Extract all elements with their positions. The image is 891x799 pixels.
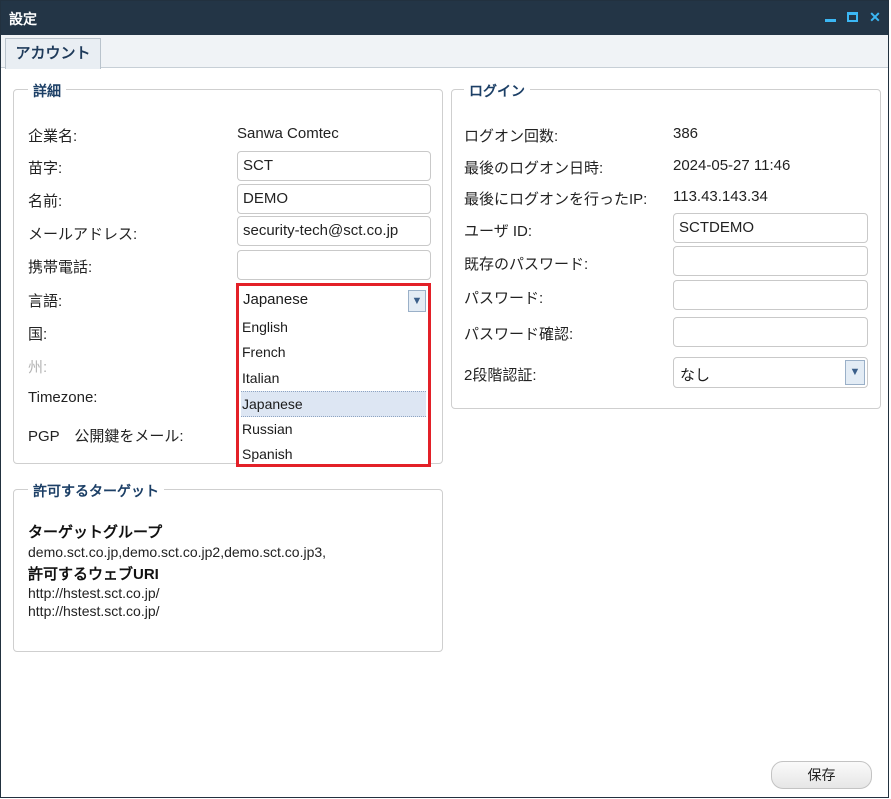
chevron-down-icon[interactable]: ▼ [845,360,865,385]
current-password-label: 既存のパスワード: [464,256,589,273]
last-ip-label: 最後にログオンを行ったIP: [464,191,648,208]
targets-legend: 許可するターゲット [28,481,164,501]
web-uri-title: 許可するウェブURI [28,566,159,583]
email-label: メールアドレス: [28,226,138,243]
pgp-label: PGP 公開鍵をメール: [28,428,184,445]
last-logon-value: 2024-05-27 11:46 [673,157,791,174]
language-dropdown[interactable]: Japanese ▼ English French Italian Japane… [236,283,431,467]
language-option-russian[interactable]: Russian [241,417,426,442]
title-bar[interactable]: 設定 ✕ [1,1,888,35]
language-option-french[interactable]: French [241,340,426,365]
web-uri-item: http://hstest.sct.co.jp/ [28,603,160,619]
chevron-down-icon[interactable]: ▼ [408,290,426,312]
settings-window: 設定 ✕ アカウント 詳細 企業名: Sanwa Comtec 苗字: SCT … [0,0,889,798]
login-legend: ログイン [464,81,530,101]
tab-strip: アカウント [1,35,888,69]
target-group-title: ターゲットグループ [28,524,163,541]
language-options: English French Italian Japanese Russian … [241,315,426,467]
target-group-list: demo.sct.co.jp,demo.sct.co.jp2,demo.sct.… [28,544,327,560]
company-value: Sanwa Comtec [237,125,339,142]
tab-account[interactable]: アカウント [5,38,101,69]
language-option-italian[interactable]: Italian [241,366,426,391]
company-label: 企業名: [28,128,78,145]
maximize-icon[interactable] [844,7,860,27]
last-name-label: 苗字: [28,160,63,177]
window-title: 設定 [9,11,37,27]
mobile-label: 携帯電話: [28,259,93,276]
user-id-label: ユーザ ID: [464,223,533,240]
password-confirm-field[interactable] [673,317,868,347]
last-name-field[interactable]: SCT [237,151,431,181]
password-field[interactable] [673,280,868,310]
details-legend: 詳細 [28,81,66,101]
two-factor-select[interactable]: なし ▼ [673,357,868,388]
first-name-label: 名前: [28,193,63,210]
email-field[interactable]: security-tech@sct.co.jp [237,216,431,246]
country-label: 国: [28,326,48,343]
logon-count-label: ログオン回数: [464,128,559,145]
save-button[interactable]: 保存 [771,761,872,789]
last-logon-label: 最後のログオン日時: [464,160,604,177]
two-factor-value: なし [680,367,711,384]
last-ip-value: 113.43.143.34 [673,188,768,205]
password-label: パスワード: [464,290,544,307]
state-label: 州: [28,359,48,376]
user-id-field[interactable]: SCTDEMO [673,213,868,243]
language-selected[interactable]: Japanese [241,288,426,314]
first-name-field[interactable]: DEMO [237,184,431,214]
language-option-japanese[interactable]: Japanese [241,391,426,417]
current-password-field[interactable] [673,246,868,276]
mobile-field[interactable] [237,250,431,280]
language-option-english[interactable]: English [241,315,426,340]
two-factor-label: 2段階認証: [464,367,537,384]
close-icon[interactable]: ✕ [867,7,883,27]
language-option-spanish[interactable]: Spanish [241,442,426,467]
password-confirm-label: パスワード確認: [464,326,574,343]
logon-count-value: 386 [673,125,699,142]
timezone-label: Timezone: [28,389,98,406]
minimize-icon[interactable] [822,7,838,27]
web-uri-item: http://hstest.sct.co.jp/ [28,585,160,601]
language-label: 言語: [28,293,63,310]
